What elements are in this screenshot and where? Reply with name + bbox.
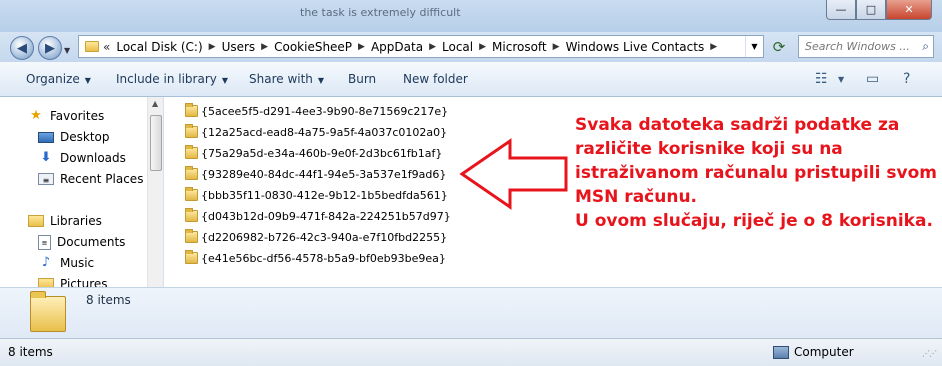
breadcrumb-microsoft[interactable]: Microsoft ▶	[492, 40, 566, 54]
nav-item-recent-places[interactable]: ≡ Recent Places	[38, 169, 143, 189]
annotation-line: Svaka datoteka sadrži podatke za	[575, 115, 900, 135]
breadcrumb-separator-icon[interactable]: ▶	[710, 42, 717, 52]
folder-icon	[185, 145, 198, 159]
breadcrumb-separator-icon[interactable]: ▶	[261, 42, 268, 52]
list-item[interactable]: {e41e56bc-df56-4578-b5a9-bf0eb93be9ea}	[185, 249, 446, 267]
list-item[interactable]: {5acee5f5-d291-4ee3-9b90-8e71569c217e}	[185, 102, 448, 120]
downloads-icon: ⬇	[40, 150, 52, 165]
navigation-pane: ★ Favorites Desktop ⬇ Downloads ≡ Recent Pl…	[0, 97, 164, 287]
folder-icon	[85, 41, 99, 52]
folder-icon	[185, 187, 198, 201]
folder-icon	[185, 166, 198, 180]
organize-button[interactable]: Organize ▼	[26, 72, 91, 86]
share-with-button[interactable]: Share with ▼	[249, 72, 324, 86]
nav-item-pictures[interactable]: Pictures	[38, 274, 108, 287]
annotation-text: Svaka datoteka sadrži podatke za različi…	[575, 113, 937, 233]
status-bar: 8 items Computer ⋰⋰	[0, 338, 942, 366]
preview-pane-icon[interactable]: ▭	[866, 71, 879, 87]
annotation-line: istraživanom računalu pristupili svom	[575, 163, 937, 183]
window-controls: — □ ✕	[826, 0, 932, 20]
folder-icon	[185, 229, 198, 243]
breadcrumb-separator-icon[interactable]: ▶	[358, 42, 365, 52]
nav-item-favorites[interactable]: ★ Favorites	[28, 106, 104, 126]
title-bar: the task is extremely difficult — □ ✕	[0, 0, 942, 32]
list-item[interactable]: {75a29a5d-e34a-460b-9e0f-2d3bc61fb1af}	[185, 144, 442, 162]
annotation-line: različite korisnike koji su na	[575, 139, 843, 159]
star-icon: ★	[30, 108, 42, 123]
search-input[interactable]: Search Windows ... ⌕	[798, 35, 934, 58]
breadcrumb-separator-icon[interactable]: ▶	[429, 42, 436, 52]
nav-scrollbar[interactable]: ▲	[147, 97, 163, 287]
libraries-icon	[28, 215, 44, 227]
nav-item-documents[interactable]: ≡ Documents	[38, 232, 125, 252]
details-item-count: 8 items	[86, 293, 131, 307]
list-item[interactable]: {bbb35f11-0830-412e-9b12-1b5bedfda561}	[185, 186, 448, 204]
breadcrumb-cookiesheep[interactable]: CookieSheeP ▶	[274, 40, 371, 54]
nav-item-downloads[interactable]: ⬇ Downloads	[38, 148, 126, 168]
breadcrumb-overflow[interactable]: «	[103, 40, 110, 54]
search-placeholder: Search Windows ...	[805, 40, 910, 53]
breadcrumb-appdata[interactable]: AppData ▶	[371, 40, 442, 54]
minimize-button[interactable]: —	[826, 0, 856, 20]
folder-icon	[185, 250, 198, 264]
breadcrumb-users[interactable]: Users ▶	[222, 40, 275, 54]
scrollbar-thumb[interactable]	[150, 115, 162, 171]
forward-arrow-icon[interactable]: ▶	[38, 36, 62, 60]
new-folder-button[interactable]: New folder	[403, 72, 468, 86]
chevron-down-icon: ▼	[317, 76, 325, 85]
chevron-down-icon: ▼	[221, 76, 229, 85]
scroll-up-arrow-icon[interactable]: ▲	[152, 99, 158, 108]
folder-icon	[30, 291, 66, 332]
breadcrumb-separator-icon[interactable]: ▶	[209, 42, 216, 52]
list-item[interactable]: {d043b12d-09b9-471f-842a-224251b57d97}	[185, 207, 451, 225]
help-icon[interactable]: ?	[903, 71, 910, 87]
recent-pages-chevron-down-icon[interactable]: ▼	[64, 46, 70, 55]
folder-icon	[185, 103, 198, 117]
view-options-icon[interactable]: ☷	[815, 71, 828, 87]
address-bar[interactable]: « Local Disk (C:) ▶ Users ▶ CookieSheeP ▶ A…	[78, 35, 764, 58]
breadcrumb-local[interactable]: Local ▶	[442, 40, 492, 54]
pictures-icon	[38, 278, 54, 287]
details-pane: 8 items	[0, 287, 942, 338]
breadcrumb-windows-live-contacts[interactable]: Windows Live Contacts ▶	[566, 40, 724, 54]
annotation-arrow-icon	[459, 138, 568, 210]
list-item[interactable]: {d2206982-b726-42c3-940a-e7f10fbd2255}	[185, 228, 447, 246]
documents-icon: ≡	[38, 234, 51, 250]
nav-item-music[interactable]: ♪ Music	[38, 253, 94, 273]
maximize-button[interactable]: □	[856, 0, 886, 20]
annotation-line: U ovom slučaju, riječ je o 8 korisnika.	[575, 211, 933, 231]
music-icon: ♪	[41, 255, 51, 270]
annotation-line: MSN računu.	[575, 187, 698, 207]
computer-icon	[773, 345, 789, 359]
nav-item-libraries[interactable]: Libraries	[28, 211, 102, 231]
background-text: the task is extremely difficult	[300, 6, 461, 19]
list-item[interactable]: {12a25acd-ead8-4a75-9a5f-4a037c0102a0}	[185, 123, 447, 141]
resize-grip-icon[interactable]: ⋰⋰	[922, 349, 937, 358]
search-icon[interactable]: ⌕	[922, 39, 929, 54]
breadcrumb-separator-icon[interactable]: ▶	[479, 42, 486, 52]
status-location: Computer	[773, 345, 854, 359]
address-history-chevron-down-icon[interactable]: ▼	[745, 36, 763, 57]
folder-icon	[185, 124, 198, 138]
status-item-count: 8 items	[8, 345, 53, 359]
refresh-icon[interactable]: ⟳	[766, 35, 792, 58]
folder-icon	[185, 208, 198, 222]
command-toolbar: Organize ▼ Include in library ▼ Share with…	[0, 62, 942, 97]
recent-places-icon: ≡	[38, 173, 54, 185]
desktop-icon	[38, 131, 54, 143]
nav-item-desktop[interactable]: Desktop	[38, 127, 110, 147]
include-in-library-button[interactable]: Include in library ▼	[116, 72, 228, 86]
breadcrumb-local-disk[interactable]: Local Disk (C:) ▶	[116, 40, 221, 54]
chevron-down-icon: ▼	[84, 76, 91, 85]
breadcrumb-separator-icon[interactable]: ▶	[553, 42, 560, 52]
burn-button[interactable]: Burn	[348, 72, 376, 86]
view-chevron-down-icon[interactable]: ▼	[838, 75, 844, 84]
close-button[interactable]: ✕	[886, 0, 932, 20]
list-item[interactable]: {93289e40-84dc-44f1-94e5-3a537e1f9ad6}	[185, 165, 446, 183]
back-arrow-icon[interactable]: ◀	[10, 36, 34, 60]
